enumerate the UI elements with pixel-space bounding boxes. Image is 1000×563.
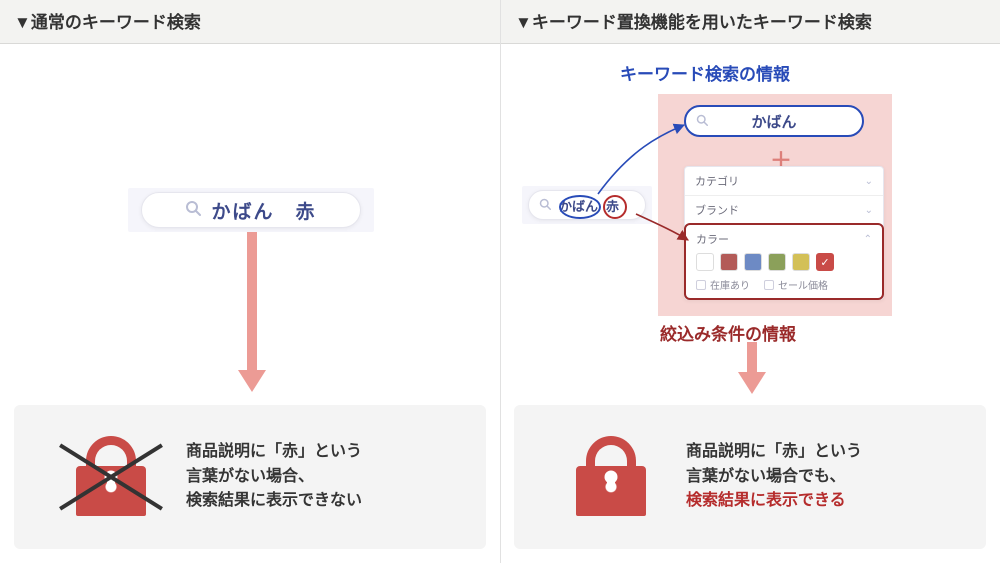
checkbox-label: セール価格 [778, 281, 828, 292]
result-line: 商品説明に「赤」という [186, 443, 362, 460]
chevron-up-icon: ⌃ [864, 234, 872, 245]
chevron-down-icon: ⌄ [865, 205, 873, 216]
search-icon [539, 198, 551, 213]
search-icon [185, 200, 201, 221]
mini-search-pill[interactable]: かばん 赤 [528, 190, 646, 220]
result-line-accent: 検索結果に表示できる [686, 492, 846, 509]
checkbox-icon [696, 280, 706, 290]
color-swatch[interactable] [744, 253, 762, 271]
result-line: 商品説明に「赤」という [686, 443, 862, 460]
filter-info-label: 絞込み条件の情報 [660, 320, 796, 345]
red-circle-icon [603, 195, 627, 219]
left-result-text: 商品説明に「赤」という 言葉がない場合、 検索結果に表示できない [186, 440, 464, 514]
result-line: 言葉がない場合、 [186, 468, 314, 485]
color-swatches: ✓ [686, 253, 882, 275]
filter-label: ブランド [695, 202, 739, 218]
color-swatch[interactable]: ✓ [816, 253, 834, 271]
result-line: 言葉がない場合でも、 [686, 468, 846, 485]
filter-row-brand[interactable]: ブランド ⌄ [685, 195, 883, 224]
arrow-shaft [247, 232, 257, 372]
filter-label: カラー [696, 231, 729, 247]
lock-icon-slot [536, 436, 686, 518]
checkbox-icon [764, 280, 774, 290]
filter-check-row: 在庫あり セール価格 [686, 275, 882, 292]
left-result-card: 商品説明に「赤」という 言葉がない場合、 検索結果に表示できない [14, 405, 486, 549]
search-icon [696, 113, 708, 129]
keyword-pill-text: かばん [751, 111, 796, 132]
stock-checkbox[interactable]: 在庫あり [696, 277, 750, 292]
left-header: ▼通常のキーワード検索 [0, 0, 500, 44]
left-column: ▼通常のキーワード検索 かばん 赤 [0, 0, 500, 563]
left-search-card: かばん 赤 [128, 188, 374, 232]
lock-icon [566, 436, 656, 518]
right-header: ▼キーワード置換機能を用いたキーワード検索 [501, 0, 1000, 44]
color-swatch[interactable] [768, 253, 786, 271]
right-mini-search-card: かばん 赤 [522, 186, 652, 224]
lock-icon [66, 436, 156, 518]
arrow-head-icon [738, 372, 766, 394]
arrow-head-icon [238, 370, 266, 392]
search-text: かばん 赤 [211, 197, 316, 224]
lock-icon-slot [36, 436, 186, 518]
chevron-down-icon: ⌄ [865, 176, 873, 187]
color-swatch[interactable] [696, 253, 714, 271]
blue-circle-icon [559, 195, 601, 219]
sale-checkbox[interactable]: セール価格 [764, 277, 828, 292]
right-result-card: 商品説明に「赤」という 言葉がない場合でも、 検索結果に表示できる [514, 405, 986, 549]
result-line: 検索結果に表示できない [186, 492, 362, 509]
checkbox-label: 在庫あり [710, 281, 750, 292]
arrow-shaft [747, 342, 757, 374]
color-swatch[interactable] [720, 253, 738, 271]
filter-label: カテゴリ [695, 173, 739, 189]
filter-row-category[interactable]: カテゴリ ⌄ [685, 167, 883, 195]
search-input-pill[interactable]: かばん 赤 [141, 192, 361, 228]
keyword-info-label: キーワード検索の情報 [620, 60, 790, 85]
keyword-pill[interactable]: かばん [684, 105, 864, 137]
color-swatch[interactable] [792, 253, 810, 271]
right-result-text: 商品説明に「赤」という 言葉がない場合でも、 検索結果に表示できる [686, 440, 964, 514]
filter-color-group: カラー ⌃ ✓ 在庫あり セール価格 [684, 223, 884, 300]
filter-row-color[interactable]: カラー ⌃ [686, 225, 882, 253]
filter-panel: カテゴリ ⌄ ブランド ⌄ カラー ⌃ ✓ 在庫あり セール価格 [684, 166, 884, 300]
